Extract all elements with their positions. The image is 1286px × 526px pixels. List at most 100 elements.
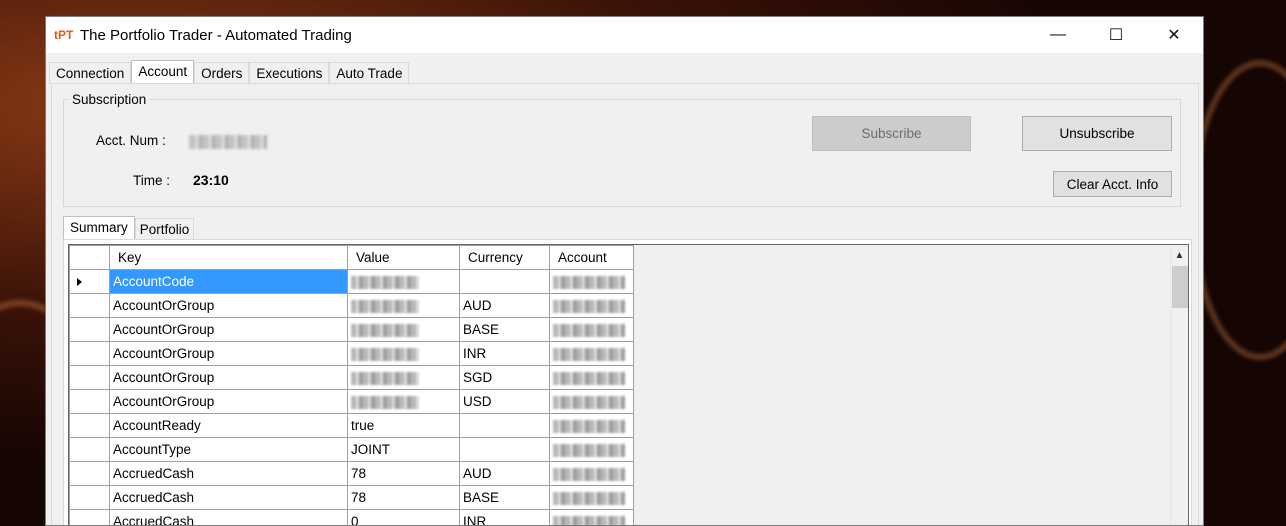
tab-orders[interactable]: Orders	[194, 62, 250, 84]
cell-key[interactable]: AccruedCash	[109, 485, 348, 510]
tab-portfolio[interactable]: Portfolio	[134, 218, 195, 239]
row-header[interactable]	[69, 461, 110, 486]
cell-account[interactable]	[549, 389, 634, 414]
cell-account[interactable]	[549, 413, 634, 438]
redacted-account	[553, 395, 625, 409]
cell-currency[interactable]	[459, 269, 550, 294]
table-row[interactable]: AccruedCash 78 BASE	[69, 485, 634, 510]
app-logo: tPT	[54, 28, 74, 42]
row-header[interactable]	[69, 413, 110, 438]
tab-connection[interactable]: Connection	[49, 62, 132, 84]
tab-auto-trade[interactable]: Auto Trade	[329, 62, 410, 84]
maximize-button[interactable]: ☐	[1087, 17, 1145, 53]
table-row[interactable]: AccountCode	[69, 269, 634, 294]
cell-value[interactable]: 0	[347, 509, 460, 525]
cell-account[interactable]	[549, 269, 634, 294]
redacted-value	[351, 299, 419, 313]
table-row[interactable]: AccountReady true	[69, 413, 634, 438]
cell-account[interactable]	[549, 485, 634, 510]
cell-value[interactable]: true	[347, 413, 460, 438]
table-row[interactable]: AccountOrGroup USD	[69, 389, 634, 414]
cell-account[interactable]	[549, 293, 634, 318]
cell-account[interactable]	[549, 365, 634, 390]
unsubscribe-button[interactable]: Unsubscribe	[1022, 116, 1172, 151]
cell-value[interactable]	[347, 317, 460, 342]
cell-value[interactable]: 78	[347, 461, 460, 486]
cell-currency[interactable]: INR	[459, 341, 550, 366]
redacted-account	[553, 467, 625, 481]
row-header[interactable]	[69, 365, 110, 390]
row-header-corner	[69, 245, 110, 270]
cell-currency[interactable]: BASE	[459, 317, 550, 342]
background-decor	[1190, 60, 1286, 360]
minimize-button[interactable]: —	[1029, 17, 1087, 53]
cell-value[interactable]	[347, 389, 460, 414]
cell-account[interactable]	[549, 509, 634, 525]
table-row[interactable]: AccountOrGroup INR	[69, 341, 634, 366]
row-header[interactable]	[69, 341, 110, 366]
table-row[interactable]: AccountOrGroup SGD	[69, 365, 634, 390]
cell-value[interactable]: 78	[347, 485, 460, 510]
cell-key[interactable]: AccountType	[109, 437, 348, 462]
tab-executions[interactable]: Executions	[249, 62, 330, 84]
row-header[interactable]	[69, 389, 110, 414]
cell-account[interactable]	[549, 461, 634, 486]
time-value: 23:10	[193, 172, 229, 188]
cell-key[interactable]: AccountOrGroup	[109, 341, 348, 366]
redacted-value	[351, 371, 419, 385]
subscribe-button[interactable]: Subscribe	[812, 116, 971, 151]
cell-value[interactable]	[347, 293, 460, 318]
cell-key[interactable]: AccruedCash	[109, 461, 348, 486]
tab-summary[interactable]: Summary	[63, 216, 135, 239]
cell-currency[interactable]	[459, 437, 550, 462]
redacted-value	[351, 275, 419, 289]
row-header[interactable]	[69, 269, 110, 294]
table-row[interactable]: AccountOrGroup BASE	[69, 317, 634, 342]
cell-account[interactable]	[549, 317, 634, 342]
cell-key[interactable]: AccountOrGroup	[109, 389, 348, 414]
column-header-key[interactable]: Key	[109, 245, 348, 270]
cell-value[interactable]: JOINT	[347, 437, 460, 462]
cell-currency[interactable]: USD	[459, 389, 550, 414]
cell-currency[interactable]: AUD	[459, 293, 550, 318]
cell-key[interactable]: AccountReady	[109, 413, 348, 438]
column-header-account[interactable]: Account	[549, 245, 634, 270]
title-bar[interactable]: tPT The Portfolio Trader - Automated Tra…	[46, 17, 1203, 53]
summary-grid[interactable]: Key Value Currency Account AccountCode Ac…	[68, 244, 1189, 525]
clear-acct-info-button[interactable]: Clear Acct. Info	[1053, 171, 1172, 197]
column-header-value[interactable]: Value	[347, 245, 460, 270]
cell-value[interactable]	[347, 269, 460, 294]
cell-value[interactable]	[347, 341, 460, 366]
close-button[interactable]: ✕	[1145, 17, 1203, 53]
row-header[interactable]	[69, 437, 110, 462]
row-header[interactable]	[69, 293, 110, 318]
redacted-account	[553, 515, 625, 525]
column-header-currency[interactable]: Currency	[459, 245, 550, 270]
table-row[interactable]: AccruedCash 0 INR	[69, 509, 634, 525]
cell-key[interactable]: AccountOrGroup	[109, 365, 348, 390]
scroll-thumb[interactable]	[1172, 266, 1188, 308]
cell-currency[interactable]: AUD	[459, 461, 550, 486]
cell-key[interactable]: AccountOrGroup	[109, 293, 348, 318]
cell-value[interactable]	[347, 365, 460, 390]
cell-currency[interactable]: SGD	[459, 365, 550, 390]
table-row[interactable]: AccruedCash 78 AUD	[69, 461, 634, 486]
scroll-up-icon[interactable]: ▲	[1171, 245, 1188, 265]
cell-key[interactable]: AccountCode	[109, 269, 348, 294]
acct-num-value	[189, 135, 267, 149]
tab-account[interactable]: Account	[131, 60, 195, 84]
row-header[interactable]	[69, 509, 110, 525]
cell-currency[interactable]: BASE	[459, 485, 550, 510]
subscription-group: Subscription Acct. Num : Time : 23:10 Su…	[63, 92, 1181, 207]
cell-account[interactable]	[549, 437, 634, 462]
table-row[interactable]: AccountOrGroup AUD	[69, 293, 634, 318]
row-header[interactable]	[69, 317, 110, 342]
cell-account[interactable]	[549, 341, 634, 366]
cell-currency[interactable]: INR	[459, 509, 550, 525]
row-header[interactable]	[69, 485, 110, 510]
cell-key[interactable]: AccountOrGroup	[109, 317, 348, 342]
cell-currency[interactable]	[459, 413, 550, 438]
table-row[interactable]: AccountType JOINT	[69, 437, 634, 462]
cell-key[interactable]: AccruedCash	[109, 509, 348, 525]
vertical-scrollbar[interactable]: ▲	[1170, 245, 1188, 525]
